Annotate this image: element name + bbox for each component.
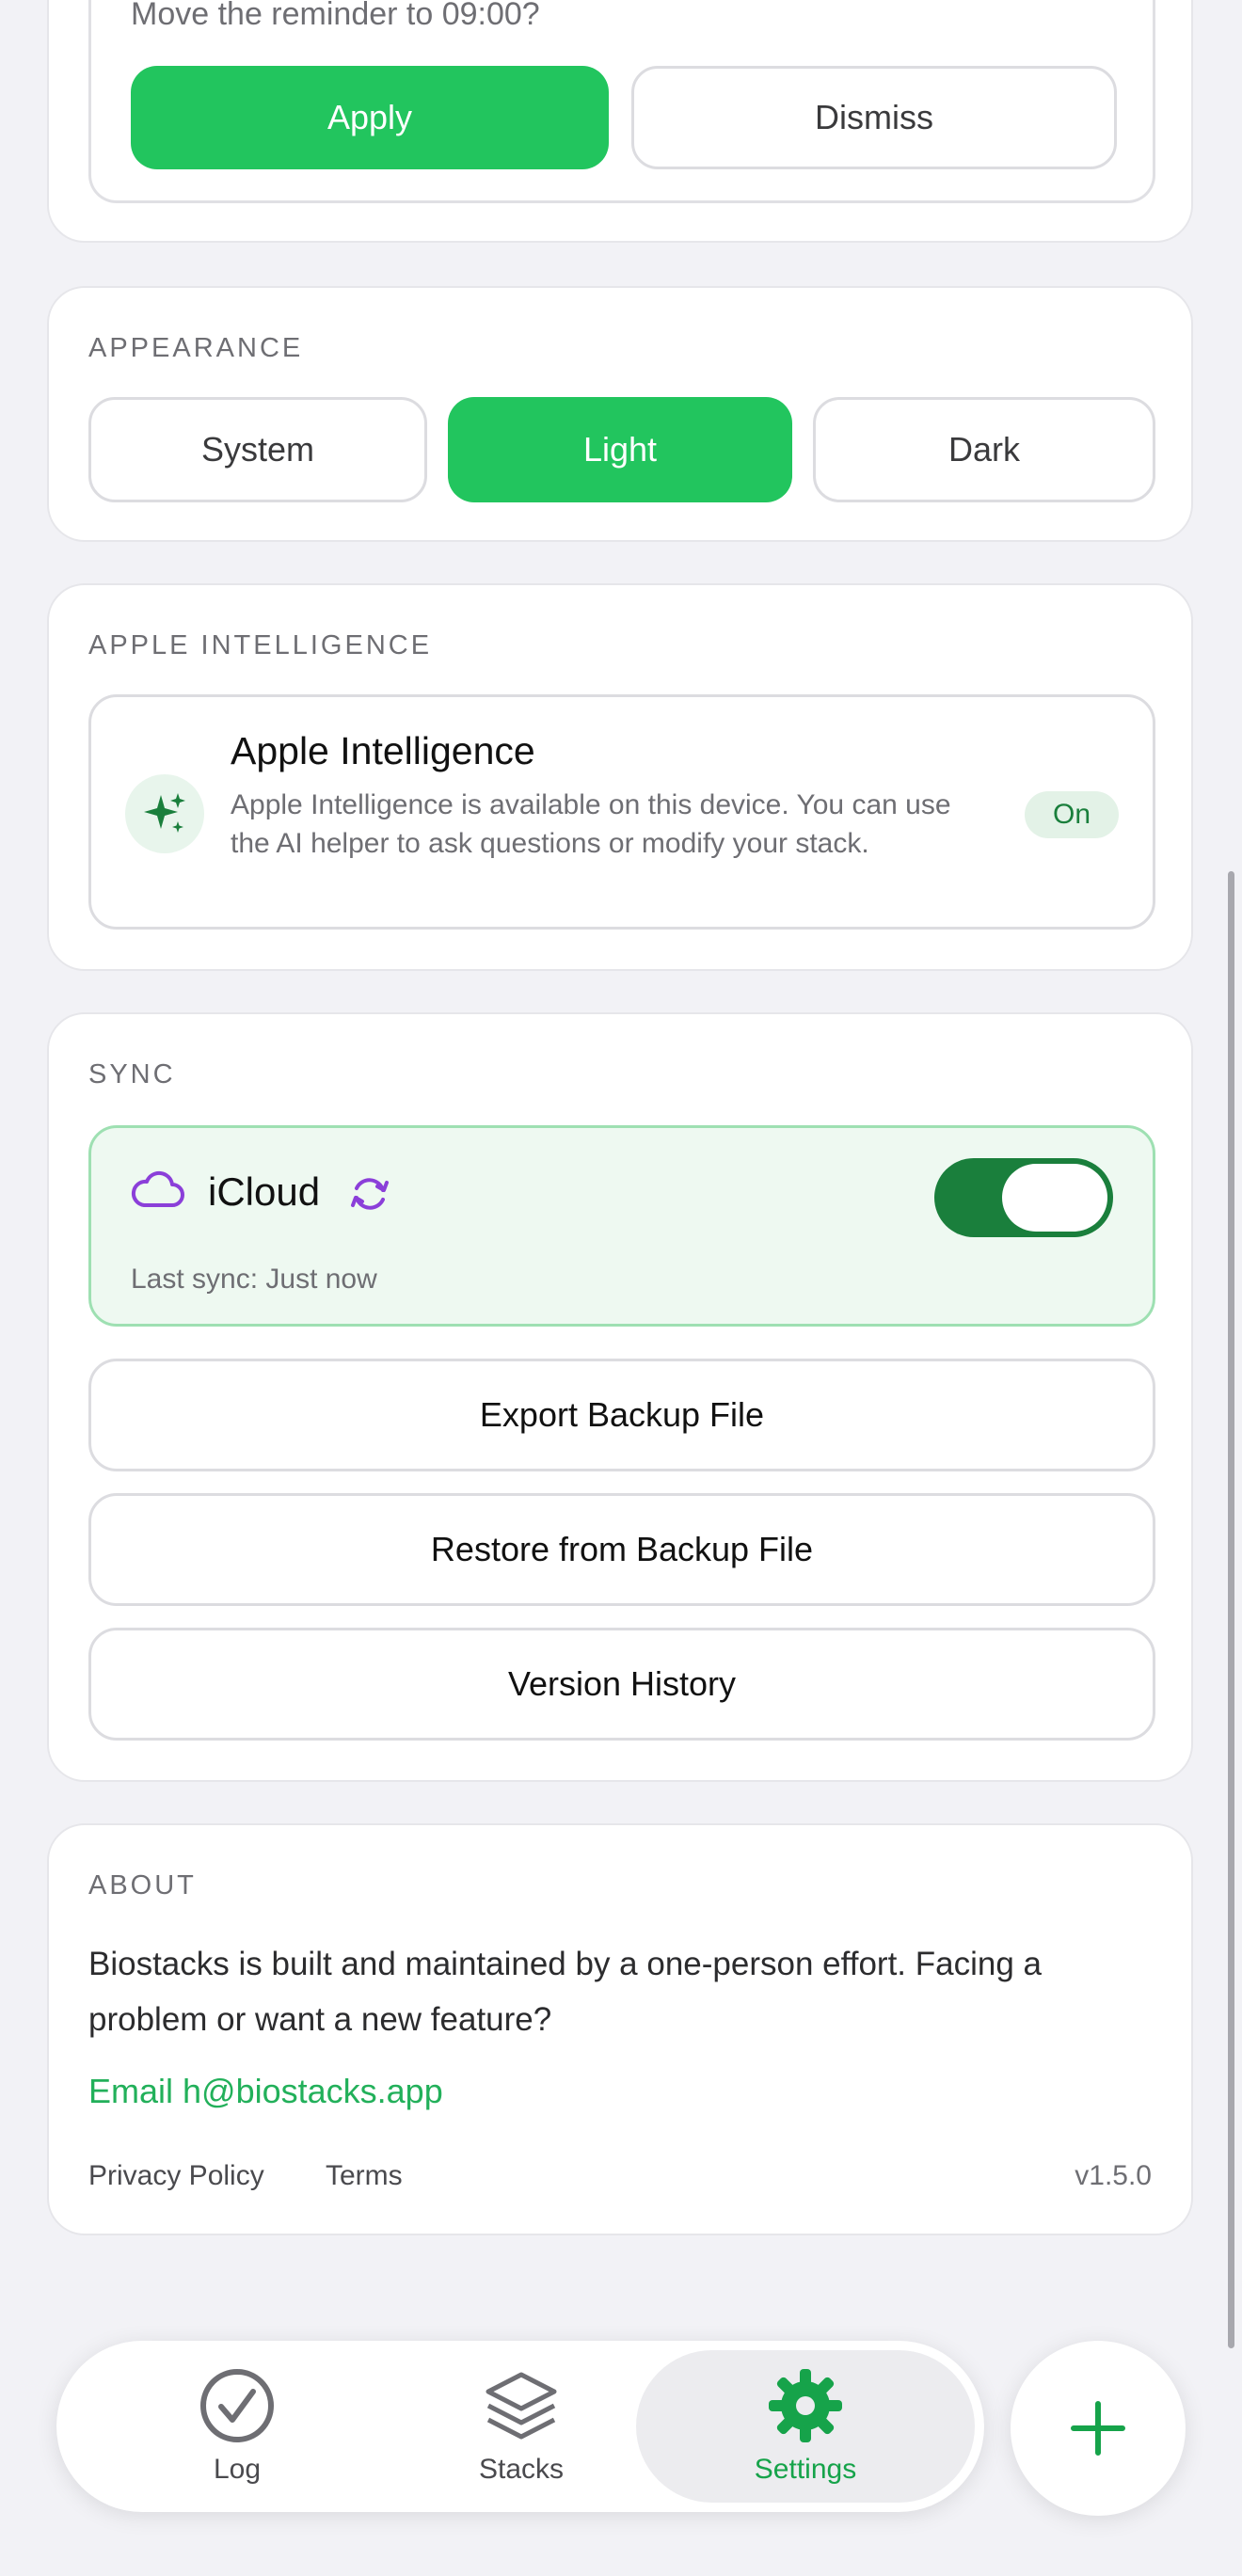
tab-stacks[interactable]: Stacks xyxy=(380,2347,662,2505)
apple-intelligence-section-title: APPLE INTELLIGENCE xyxy=(88,630,433,660)
version-history-button[interactable]: Version History xyxy=(88,1628,1155,1741)
email-link[interactable]: Email h@biostacks.app xyxy=(88,2072,443,2111)
appearance-option-dark[interactable]: Dark xyxy=(813,397,1155,502)
icloud-sync-toggle[interactable] xyxy=(934,1158,1113,1237)
about-section-title: ABOUT xyxy=(88,1870,197,1900)
apply-button[interactable]: Apply xyxy=(131,66,609,169)
icloud-label: iCloud xyxy=(208,1169,321,1214)
icloud-sync-box: iCloud Last sync: Just now xyxy=(88,1125,1155,1327)
restore-backup-button[interactable]: Restore from Backup File xyxy=(88,1493,1155,1606)
tab-log[interactable]: Log xyxy=(96,2347,378,2505)
apple-intelligence-description: Apple Intelligence is available on this … xyxy=(231,789,951,859)
checkmark-circle-icon xyxy=(200,2369,274,2442)
reminder-card: Move the reminder to 09:00? Apply Dismis… xyxy=(47,0,1193,243)
version-label: v1.5.0 xyxy=(1075,2160,1152,2191)
plus-icon xyxy=(1071,2401,1125,2456)
tab-stacks-label: Stacks xyxy=(478,2454,565,2485)
appearance-option-light[interactable]: Light xyxy=(448,397,792,502)
reminder-suggestion-box: Move the reminder to 09:00? Apply Dismis… xyxy=(88,0,1155,203)
cloud-icon xyxy=(131,1169,185,1213)
sparkles-icon xyxy=(125,774,204,853)
export-backup-button[interactable]: Export Backup File xyxy=(88,1359,1155,1471)
dismiss-button[interactable]: Dismiss xyxy=(631,66,1117,169)
apple-intelligence-card: APPLE INTELLIGENCE Apple Intelligence Ap… xyxy=(47,583,1193,971)
appearance-card: APPEARANCE System Light Dark xyxy=(47,286,1193,542)
sync-refresh-icon[interactable] xyxy=(347,1171,392,1220)
last-sync-text: Last sync: Just now xyxy=(131,1264,377,1295)
apple-intelligence-status-box: Apple Intelligence Apple Intelligence is… xyxy=(88,694,1155,930)
apple-intelligence-title: Apple Intelligence xyxy=(231,729,535,772)
privacy-policy-link[interactable]: Privacy Policy xyxy=(88,2160,264,2192)
terms-link[interactable]: Terms xyxy=(326,2160,403,2192)
gear-icon xyxy=(769,2369,842,2442)
tab-settings-label: Settings xyxy=(754,2454,857,2485)
tab-log-label: Log xyxy=(213,2454,262,2485)
about-text: Biostacks is built and maintained by a o… xyxy=(88,1946,1042,2038)
appearance-option-system[interactable]: System xyxy=(88,397,427,502)
scrollbar[interactable] xyxy=(1228,871,1234,2348)
sync-card: SYNC iCloud Last sync: Just now Export B… xyxy=(47,1012,1193,1782)
toggle-knob xyxy=(1002,1164,1107,1232)
status-badge: On xyxy=(1025,791,1119,838)
appearance-section-title: APPEARANCE xyxy=(88,333,304,363)
reminder-prompt: Move the reminder to 09:00? xyxy=(131,0,540,32)
sync-section-title: SYNC xyxy=(88,1059,176,1089)
add-button[interactable] xyxy=(1011,2341,1186,2516)
about-card: ABOUT Biostacks is built and maintained … xyxy=(47,1823,1193,2235)
layers-icon xyxy=(486,2372,557,2440)
tab-bar: Log Stacks Settings xyxy=(56,2341,984,2512)
tab-settings[interactable]: Settings xyxy=(664,2347,947,2505)
